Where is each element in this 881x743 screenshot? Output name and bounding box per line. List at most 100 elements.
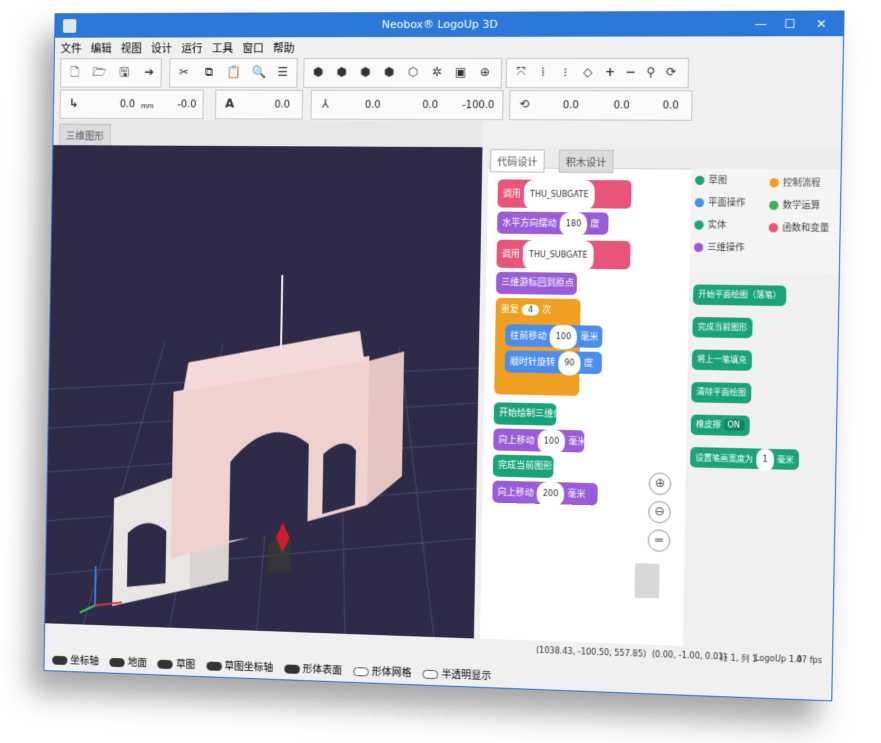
turn-value[interactable]: 90: [558, 351, 581, 376]
paste-icon[interactable]: 📋: [222, 61, 246, 85]
toggle-sketch-axes-switch[interactable]: [206, 661, 222, 670]
cube-wire-icon[interactable]: ⬡: [401, 61, 425, 85]
call-block-1[interactable]: 调用 THU_SUBGATE: [497, 179, 631, 208]
forward-value[interactable]: 100: [549, 325, 577, 350]
menu-window[interactable]: 窗口: [242, 40, 264, 56]
menu-tools[interactable]: 工具: [212, 40, 234, 56]
cube-side-icon[interactable]: ⬢: [330, 61, 354, 85]
cube-iso-icon[interactable]: ✲: [425, 61, 449, 85]
zoom-out-icon[interactable]: ⊖: [648, 501, 671, 524]
menu-file[interactable]: 文件: [61, 41, 82, 57]
call-arg-2[interactable]: THU_SUBGATE: [523, 240, 594, 271]
save-icon[interactable]: 🖫: [113, 61, 136, 85]
horizontal-value[interactable]: 180: [559, 212, 587, 236]
move-up-block-2[interactable]: 向上移动 200 毫米: [492, 481, 597, 506]
copy-icon[interactable]: ⧉: [197, 61, 221, 85]
axes-icon[interactable]: ⅄: [313, 93, 337, 117]
trash-icon[interactable]: [634, 563, 659, 598]
rotation-b-value[interactable]: 0.0: [613, 100, 629, 111]
toggle-translucent[interactable]: 半透明显示: [422, 665, 491, 683]
cursor-home-block[interactable]: 三维游标回到原点: [496, 272, 577, 295]
cube-front-icon[interactable]: ⬢: [306, 61, 330, 85]
rotation-icon[interactable]: ⟲: [512, 93, 537, 117]
axis-x-value[interactable]: 0.0: [365, 100, 381, 111]
toggle-surface[interactable]: 形体表面: [284, 659, 342, 676]
category-functions[interactable]: 函数和变量: [769, 220, 830, 234]
repeat-value[interactable]: 4: [522, 304, 539, 315]
category-3d[interactable]: 三维操作: [694, 240, 745, 254]
toggle-mesh[interactable]: 形体网格: [353, 662, 412, 679]
tab-code-design[interactable]: 代码设计: [490, 149, 545, 172]
axis-z-value[interactable]: -100.0: [462, 100, 494, 111]
toggle-sketch-switch[interactable]: [158, 659, 174, 668]
up2-value[interactable]: 200: [537, 482, 565, 507]
menu-view[interactable]: 视图: [121, 40, 142, 56]
tab-block-design[interactable]: 积木设计: [559, 150, 614, 174]
palette-fill-last[interactable]: 将上一笔填充: [692, 349, 752, 370]
menu-help[interactable]: 帮助: [273, 40, 295, 56]
palette-pen-width[interactable]: 设置笔画宽度为 1 毫米: [690, 447, 799, 470]
edge-icon[interactable]: ⁝: [553, 61, 578, 85]
text-size-icon[interactable]: A: [218, 93, 242, 117]
reset-zoom-icon[interactable]: =: [648, 529, 671, 552]
category-control[interactable]: 控制流程: [769, 175, 820, 189]
palette-start-plane[interactable]: 开始平面绘图（落笔）: [693, 284, 786, 306]
call-block-2[interactable]: 调用 THU_SUBGATE: [496, 240, 630, 270]
menu-design[interactable]: 设计: [151, 40, 172, 56]
toggle-sketch-axes[interactable]: 草图坐标轴: [206, 657, 273, 674]
axis-y-value[interactable]: 0.0: [422, 100, 438, 111]
eraser-dropdown[interactable]: ON: [723, 419, 744, 431]
category-math[interactable]: 数学运算: [769, 198, 820, 212]
move-x-value[interactable]: 0.0: [120, 99, 135, 110]
text-value[interactable]: 0.0: [274, 100, 290, 111]
rotate-view-icon[interactable]: ⟳: [659, 61, 684, 85]
call-arg-1[interactable]: THU_SUBGATE: [524, 180, 595, 211]
category-solid[interactable]: 实体: [694, 217, 726, 231]
search-icon[interactable]: 🔍: [248, 61, 272, 85]
new-file-icon[interactable]: 🗋: [63, 61, 86, 84]
toggle-translucent-switch[interactable]: [422, 669, 438, 679]
up1-value[interactable]: 100: [537, 429, 565, 454]
toggle-sketch[interactable]: 草图: [158, 655, 196, 671]
toggle-ground-switch[interactable]: [109, 657, 124, 666]
rotation-a-value[interactable]: 0.0: [563, 100, 579, 111]
palette-eraser[interactable]: 橡皮擦 ON: [691, 414, 750, 436]
toggle-ground[interactable]: 地面: [109, 653, 147, 669]
cube-top-icon[interactable]: ⬢: [353, 61, 377, 85]
menu-run[interactable]: 运行: [181, 40, 203, 56]
cut-icon[interactable]: ✂: [172, 61, 196, 85]
category-plane[interactable]: 平面操作: [695, 195, 746, 209]
move-axis-icon[interactable]: ↳: [62, 92, 85, 116]
gate-model[interactable]: [112, 273, 405, 616]
move-up-block-1[interactable]: 向上移动 100 毫米: [493, 428, 584, 452]
start-3d-block[interactable]: 开始绘制三维体: [494, 402, 557, 425]
toggle-axes-switch[interactable]: [52, 655, 67, 664]
expand-icon[interactable]: ⤧: [509, 61, 534, 85]
category-sketch[interactable]: 草图: [695, 173, 727, 186]
zoom-in-icon[interactable]: ⊕: [649, 472, 672, 495]
fill-icon[interactable]: ◇: [575, 61, 600, 85]
forward-block[interactable]: 往前移动 100 毫米: [505, 324, 602, 348]
toggle-axes[interactable]: 坐标轴: [52, 651, 99, 667]
export-icon[interactable]: ➔: [137, 61, 160, 85]
tab-3d-graphics[interactable]: 三维图形: [59, 124, 111, 147]
turn-block[interactable]: 顺时针旋转 90 度: [505, 350, 602, 374]
open-folder-icon[interactable]: 🗁: [88, 61, 111, 85]
complete-shape-block[interactable]: 完成当前图形: [493, 454, 554, 478]
pen-width-value[interactable]: 1: [756, 449, 774, 472]
toggle-mesh-switch[interactable]: [353, 667, 369, 677]
align-icon[interactable]: ⊕: [473, 61, 497, 85]
vertex-icon[interactable]: ⁞: [531, 61, 556, 85]
move-y-value[interactable]: -0.0: [177, 99, 196, 110]
3d-viewport[interactable]: [45, 145, 482, 638]
frame-icon[interactable]: ▣: [449, 61, 473, 85]
indent-icon[interactable]: ☰: [271, 61, 295, 85]
toggle-surface-switch[interactable]: [284, 664, 300, 674]
menu-edit[interactable]: 编辑: [91, 41, 112, 57]
horizontal-swing-block[interactable]: 水平方向摆动 180 度: [497, 212, 609, 235]
minimize-icon[interactable]: —: [749, 16, 772, 32]
rotation-c-value[interactable]: 0.0: [662, 100, 679, 111]
cube-solid-icon[interactable]: ⬢: [377, 61, 401, 85]
palette-clear-plane[interactable]: 清除平面绘图: [691, 382, 751, 404]
maximize-icon[interactable]: ☐: [778, 16, 801, 32]
